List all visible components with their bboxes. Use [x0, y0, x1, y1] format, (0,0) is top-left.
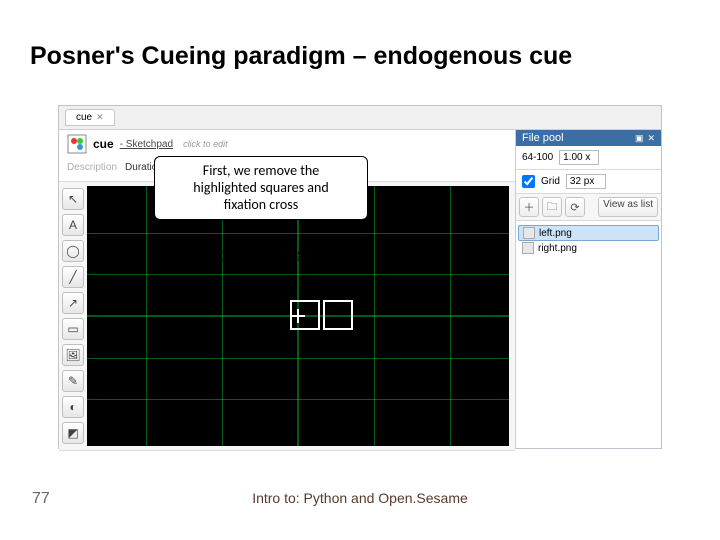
image-thumb-icon [522, 242, 534, 254]
list-item[interactable]: left.png [518, 225, 659, 241]
canvas-wrap: ↖ A ◯ ╱ ↗ ▭ 🖼 ✎ ◐ ◩ [59, 182, 515, 450]
item-name: cue [93, 137, 114, 151]
tool-cursor[interactable]: ↖ [62, 188, 84, 210]
tool-palette: ↖ A ◯ ╱ ↗ ▭ 🖼 ✎ ◐ ◩ [59, 182, 87, 450]
grid-label: Grid [541, 176, 560, 187]
open-folder-button[interactable]: 🗀 [542, 197, 562, 217]
list-item[interactable]: right.png [518, 241, 659, 255]
tab-bar: cue ✕ [59, 106, 661, 130]
view-mode-button[interactable]: View as list [598, 197, 658, 217]
slide-title: Posner's Cueing paradigm – endogenous cu… [30, 42, 572, 71]
filepool-title: File pool ▣ ✕ [516, 130, 661, 146]
zoom-panel: 64-100 [516, 146, 661, 170]
tab-label: cue [76, 112, 92, 123]
sketchpad-canvas[interactable] [87, 186, 509, 446]
file-name: left.png [539, 228, 572, 239]
item-header: cue - Sketchpad click to edit [59, 130, 515, 158]
item-type: - Sketchpad [120, 139, 173, 150]
add-file-button[interactable]: ＋ [519, 197, 539, 217]
grid-size-input[interactable] [566, 174, 606, 189]
grid-panel: Grid [516, 170, 661, 194]
annotation-subnote: (use the sketchpad script) [160, 240, 360, 269]
filepool-toolbar: ＋ 🗀 ⟳ View as list [516, 194, 661, 221]
sketchpad-icon [67, 134, 87, 154]
right-panes: File pool ▣ ✕ 64-100 Grid ＋ 🗀 ⟳ View as … [516, 130, 661, 448]
refresh-button[interactable]: ⟳ [565, 197, 585, 217]
description-label: Description [67, 162, 117, 173]
slide-footer: Intro to: Python and Open.Sesame [0, 490, 720, 506]
tool-rect[interactable]: ▭ [62, 318, 84, 340]
tool-extra-a[interactable]: ◐ [62, 396, 84, 418]
tool-pencil[interactable]: ✎ [62, 370, 84, 392]
tool-image[interactable]: 🖼 [62, 344, 84, 366]
click-hint[interactable]: click to edit [183, 139, 228, 149]
tool-circle[interactable]: ◯ [62, 240, 84, 262]
zoom-value-input[interactable] [559, 150, 599, 165]
undock-icon[interactable]: ▣ [635, 133, 644, 144]
annotation-callout: First, we remove the highlighted squares… [154, 156, 368, 220]
tool-text[interactable]: A [62, 214, 84, 236]
file-list: left.png right.png [516, 221, 661, 448]
tool-line[interactable]: ╱ [62, 266, 84, 288]
callout-line: highlighted squares and [165, 180, 357, 197]
close-icon[interactable]: ✕ [96, 112, 104, 123]
callout-line: fixation cross [165, 197, 357, 214]
zoom-range-label: 64-100 [522, 152, 553, 163]
tab-cue[interactable]: cue ✕ [65, 109, 115, 126]
tool-extra-b[interactable]: ◩ [62, 422, 84, 444]
close-pane-icon[interactable]: ✕ [647, 133, 655, 144]
right-square[interactable] [323, 300, 353, 330]
image-thumb-icon [523, 227, 535, 239]
h-scrollbar[interactable] [59, 450, 515, 451]
tool-arrow[interactable]: ↗ [62, 292, 84, 314]
grid-checkbox[interactable] [522, 175, 535, 188]
callout-line: First, we remove the [165, 163, 357, 180]
file-name: right.png [538, 243, 577, 254]
filepool-title-text: File pool [522, 132, 564, 144]
